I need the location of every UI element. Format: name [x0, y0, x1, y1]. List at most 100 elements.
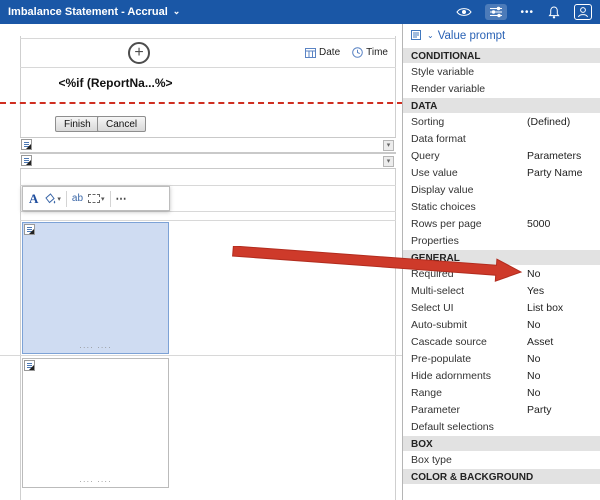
- property-row-auto-submit[interactable]: Auto-submitNo: [403, 316, 600, 333]
- property-row-select-ui[interactable]: Select UIList box: [403, 299, 600, 316]
- property-row-style-variable[interactable]: Style variable: [403, 63, 600, 80]
- prompt-control-icon: [21, 155, 32, 166]
- dashed-box-icon: [88, 194, 100, 203]
- report-title-text: Imbalance Statement - Accrual: [8, 6, 168, 18]
- property-label: Data format: [411, 133, 527, 145]
- properties-panel: ⌄ Value prompt CONDITIONAL Style variable…: [403, 24, 600, 500]
- property-row-sorting[interactable]: Sorting(Defined): [403, 113, 600, 130]
- calendar-icon: [305, 47, 316, 58]
- value-prompt-listbox-selected[interactable]: ···· ····: [22, 222, 169, 354]
- preview-eye-icon[interactable]: [456, 6, 472, 18]
- property-row-range[interactable]: RangeNo: [403, 384, 600, 401]
- property-row-parameter[interactable]: ParameterParty: [403, 401, 600, 418]
- topbar-icon-group: •••: [456, 4, 592, 20]
- dropdown-caret-icon[interactable]: ▾: [383, 140, 394, 151]
- properties-panel-title-text: Value prompt: [438, 30, 506, 42]
- dropdown-caret-icon[interactable]: ▾: [383, 156, 394, 167]
- prompt-control-row[interactable]: ▾: [20, 137, 396, 153]
- property-label: Query: [411, 150, 527, 162]
- drag-handle-dots[interactable]: ···· ····: [23, 344, 168, 352]
- inline-format-toolbar: A ▾ ab ▾ ⋯: [22, 186, 170, 211]
- property-row-properties[interactable]: Properties: [403, 232, 600, 249]
- property-label: Static choices: [411, 201, 527, 213]
- properties-sliders-icon[interactable]: [485, 4, 507, 20]
- property-row-static-choices[interactable]: Static choices: [403, 198, 600, 215]
- property-row-rows-per-page[interactable]: Rows per page5000: [403, 215, 600, 232]
- time-toggle[interactable]: Time: [352, 47, 388, 58]
- report-name-expression[interactable]: <%if (ReportNa...%>: [28, 76, 203, 90]
- caret-down-icon: ▾: [57, 195, 61, 203]
- datetime-toggles: Date Time: [305, 47, 388, 58]
- property-label: Multi-select: [411, 285, 527, 297]
- more-options-icon[interactable]: •••: [520, 7, 534, 18]
- date-label: Date: [319, 47, 340, 58]
- property-label: Pre-populate: [411, 353, 527, 365]
- property-label: Style variable: [411, 66, 527, 78]
- property-row-multi-select[interactable]: Multi-selectYes: [403, 282, 600, 299]
- property-row-cascade-source[interactable]: Cascade sourceAsset: [403, 333, 600, 350]
- property-label: Properties: [411, 235, 527, 247]
- add-item-button[interactable]: +: [128, 42, 150, 64]
- property-row-required[interactable]: RequiredNo: [403, 265, 600, 282]
- property-value: Asset: [527, 336, 553, 348]
- property-label: Rows per page: [411, 218, 527, 230]
- property-row-query[interactable]: QueryParameters: [403, 147, 600, 164]
- property-value: No: [527, 353, 540, 365]
- property-label: Render variable: [411, 83, 527, 95]
- panel-section-header: GENERAL: [403, 249, 600, 265]
- property-value: Parameters: [527, 150, 581, 162]
- canvas-gridline: [20, 220, 396, 221]
- select-style-button[interactable]: ▾: [88, 194, 105, 203]
- property-label: Required: [411, 268, 527, 280]
- property-row-default-selections[interactable]: Default selections: [403, 418, 600, 435]
- value-prompt-listbox[interactable]: ···· ····: [22, 358, 169, 488]
- time-label: Time: [366, 47, 388, 58]
- property-row-render-variable[interactable]: Render variable: [403, 80, 600, 97]
- font-button[interactable]: A: [29, 191, 38, 207]
- property-label: Box type: [411, 454, 527, 466]
- fill-color-button[interactable]: ▾: [43, 193, 61, 205]
- drag-handle-dots[interactable]: ···· ····: [23, 478, 168, 486]
- app-bar: Imbalance Statement - Accrual ⌄ •••: [0, 0, 600, 24]
- caret-down-icon[interactable]: ⌄: [427, 31, 434, 40]
- property-label: Cascade source: [411, 336, 527, 348]
- property-row-hide-adornments[interactable]: Hide adornmentsNo: [403, 367, 600, 384]
- property-row-box-type[interactable]: Box type: [403, 451, 600, 468]
- page-break-divider: [0, 102, 403, 104]
- date-toggle[interactable]: Date: [305, 47, 340, 58]
- properties-sections: CONDITIONAL Style variable Render variable…: [403, 47, 600, 484]
- toolbar-divider: [110, 191, 111, 207]
- property-row-use-value[interactable]: Use valueParty Name: [403, 164, 600, 181]
- property-label: Hide adornments: [411, 370, 527, 382]
- cancel-button[interactable]: Cancel: [97, 116, 146, 132]
- property-label: Parameter: [411, 404, 527, 416]
- property-value: Yes: [527, 285, 544, 297]
- toolbar-divider: [66, 191, 67, 207]
- property-row-display-value[interactable]: Display value: [403, 181, 600, 198]
- property-label: Sorting: [411, 116, 527, 128]
- page-header-strip: + Date Time: [20, 38, 396, 68]
- property-row-data-format[interactable]: Data format: [403, 130, 600, 147]
- property-label: Range: [411, 387, 527, 399]
- panel-section-header: BOX: [403, 435, 600, 451]
- user-account-icon[interactable]: [574, 4, 592, 20]
- chevron-down-icon[interactable]: ⌄: [173, 6, 181, 17]
- property-value: Party: [527, 404, 552, 416]
- paint-bucket-icon: [43, 193, 56, 205]
- property-value: Party Name: [527, 167, 582, 179]
- canvas-gridline: [0, 355, 403, 356]
- toolbar-more-button[interactable]: ⋯: [116, 192, 128, 205]
- finish-button[interactable]: Finish: [55, 116, 100, 132]
- report-canvas: + Date Time <%if (ReportNa...%> Finish C…: [0, 24, 403, 500]
- property-label: Display value: [411, 184, 527, 196]
- prompt-control-icon: [24, 360, 35, 371]
- notifications-bell-icon[interactable]: [547, 6, 561, 19]
- prompt-control-row[interactable]: ▾: [20, 153, 396, 169]
- report-title[interactable]: Imbalance Statement - Accrual ⌄: [8, 6, 180, 18]
- property-value: (Defined): [527, 116, 570, 128]
- panel-section-header: CONDITIONAL: [403, 47, 600, 63]
- property-row-pre-populate[interactable]: Pre-populateNo: [403, 350, 600, 367]
- property-label: Auto-submit: [411, 319, 527, 331]
- text-style-button[interactable]: ab: [72, 193, 83, 204]
- value-prompt-icon: [411, 30, 423, 42]
